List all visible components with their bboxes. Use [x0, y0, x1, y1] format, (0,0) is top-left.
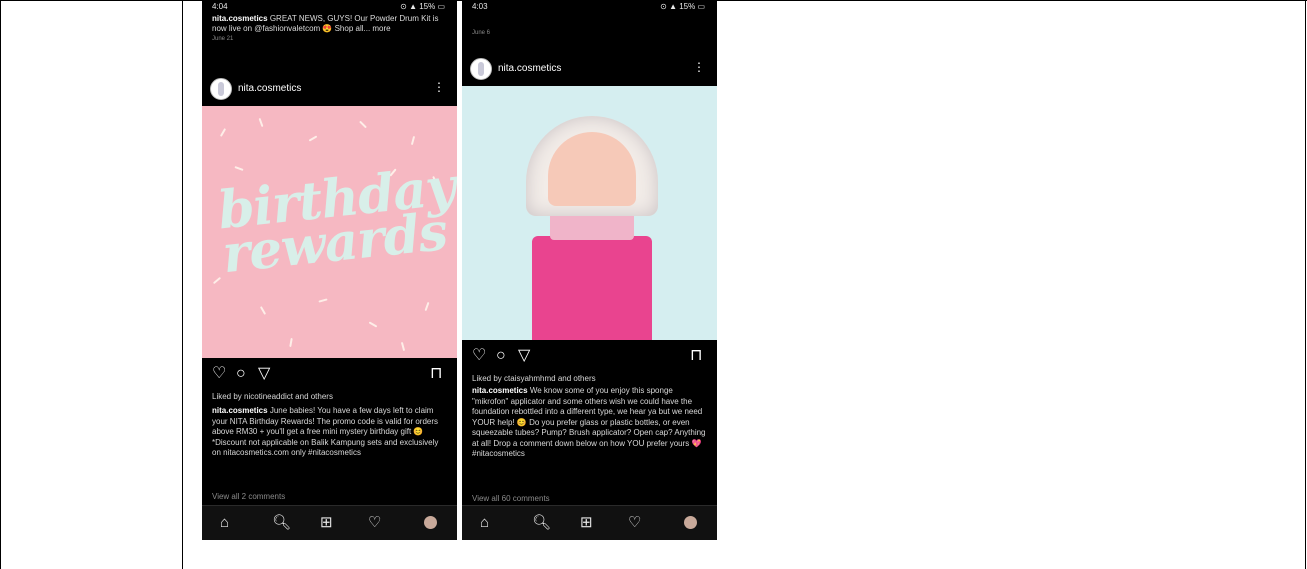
avatar[interactable] [210, 78, 232, 100]
share-icon[interactable]: ▽ [518, 348, 530, 364]
comment-icon[interactable]: ○ [236, 366, 246, 382]
birthday-rewards-headline: birthday rewards [215, 156, 457, 286]
bottom-tab-bar: ⌂ 🔍︎ ⊞ ♡ [202, 505, 457, 540]
post-header: nita.cosmetics ⋮ [202, 72, 457, 106]
profile-avatar-tab[interactable] [424, 516, 437, 529]
share-icon[interactable]: ▽ [258, 366, 270, 382]
caption-username[interactable]: nita.cosmetics [212, 14, 268, 23]
avatar[interactable] [470, 58, 492, 80]
like-icon[interactable]: ♡ [472, 348, 486, 364]
status-bar: 4:04 ⊙ ▲ 15% ▭ [202, 0, 457, 14]
instagram-screenshot-birthday-rewards: 4:04 ⊙ ▲ 15% ▭ nita.cosmetics GREAT NEWS… [202, 0, 457, 540]
view-comments-link[interactable]: View all 60 comments [472, 494, 550, 503]
more-options-icon[interactable]: ⋮ [433, 80, 445, 94]
view-comments-link[interactable]: View all 2 comments [212, 492, 285, 501]
bottle-body [532, 236, 652, 340]
caption-username[interactable]: nita.cosmetics [212, 406, 268, 415]
post-image-foundation-bottle[interactable] [462, 86, 717, 340]
post-caption: nita.cosmetics June babies! You have a f… [212, 406, 446, 459]
status-icons: ⊙ ▲ 15% ▭ [660, 2, 705, 11]
home-icon[interactable]: ⌂ [220, 515, 229, 530]
post-actions: ♡ ○ ▽ ⊓ [462, 344, 717, 370]
post-actions: ♡ ○ ▽ ⊓ [202, 362, 457, 388]
add-post-icon[interactable]: ⊞ [580, 515, 593, 530]
profile-avatar-tab[interactable] [684, 516, 697, 529]
activity-heart-icon[interactable]: ♡ [368, 515, 381, 530]
liked-by-text[interactable]: Liked by ctaisyahmhmd and others [472, 374, 596, 383]
bookmark-icon[interactable]: ⊓ [430, 366, 442, 382]
liked-by-text[interactable]: Liked by nicotineaddict and others [212, 392, 333, 401]
status-time: 4:03 [472, 2, 488, 11]
instagram-screenshot-applicator-poll: 4:03 ⊙ ▲ 15% ▭ June 6 nita.cosmetics ⋮ ♡… [462, 0, 717, 540]
previous-post-caption: nita.cosmetics GREAT NEWS, GUYS! Our Pow… [212, 14, 448, 34]
post-header: nita.cosmetics ⋮ [462, 52, 717, 86]
post-username[interactable]: nita.cosmetics [238, 83, 301, 94]
table-column-divider [182, 0, 183, 569]
status-bar: 4:03 ⊙ ▲ 15% ▭ [462, 0, 717, 14]
status-icons: ⊙ ▲ 15% ▭ [400, 2, 445, 11]
add-post-icon[interactable]: ⊞ [320, 515, 333, 530]
post-username[interactable]: nita.cosmetics [498, 63, 561, 74]
home-icon[interactable]: ⌂ [480, 515, 489, 530]
headline-line-2: rewards [219, 201, 450, 286]
caption-text: We know some of you enjoy this sponge "m… [472, 386, 706, 458]
post-image-birthday-rewards[interactable]: birthday rewards [202, 106, 457, 358]
more-options-icon[interactable]: ⋮ [693, 60, 705, 74]
table-border-left [0, 0, 1, 569]
search-icon[interactable]: 🔍︎ [272, 515, 291, 530]
activity-heart-icon[interactable]: ♡ [628, 515, 641, 530]
table-border-right [1305, 0, 1306, 569]
bottom-tab-bar: ⌂ 🔍︎ ⊞ ♡ [462, 505, 717, 540]
like-icon[interactable]: ♡ [212, 366, 226, 382]
search-icon[interactable]: 🔍︎ [532, 515, 551, 530]
caption-username[interactable]: nita.cosmetics [472, 386, 528, 395]
status-time: 4:04 [212, 2, 228, 11]
post-date: June 21 [212, 36, 234, 42]
comment-icon[interactable]: ○ [496, 348, 506, 364]
post-caption: nita.cosmetics We know some of you enjoy… [472, 386, 706, 460]
bookmark-icon[interactable]: ⊓ [690, 348, 702, 364]
previous-post-date: June 6 [472, 30, 491, 36]
